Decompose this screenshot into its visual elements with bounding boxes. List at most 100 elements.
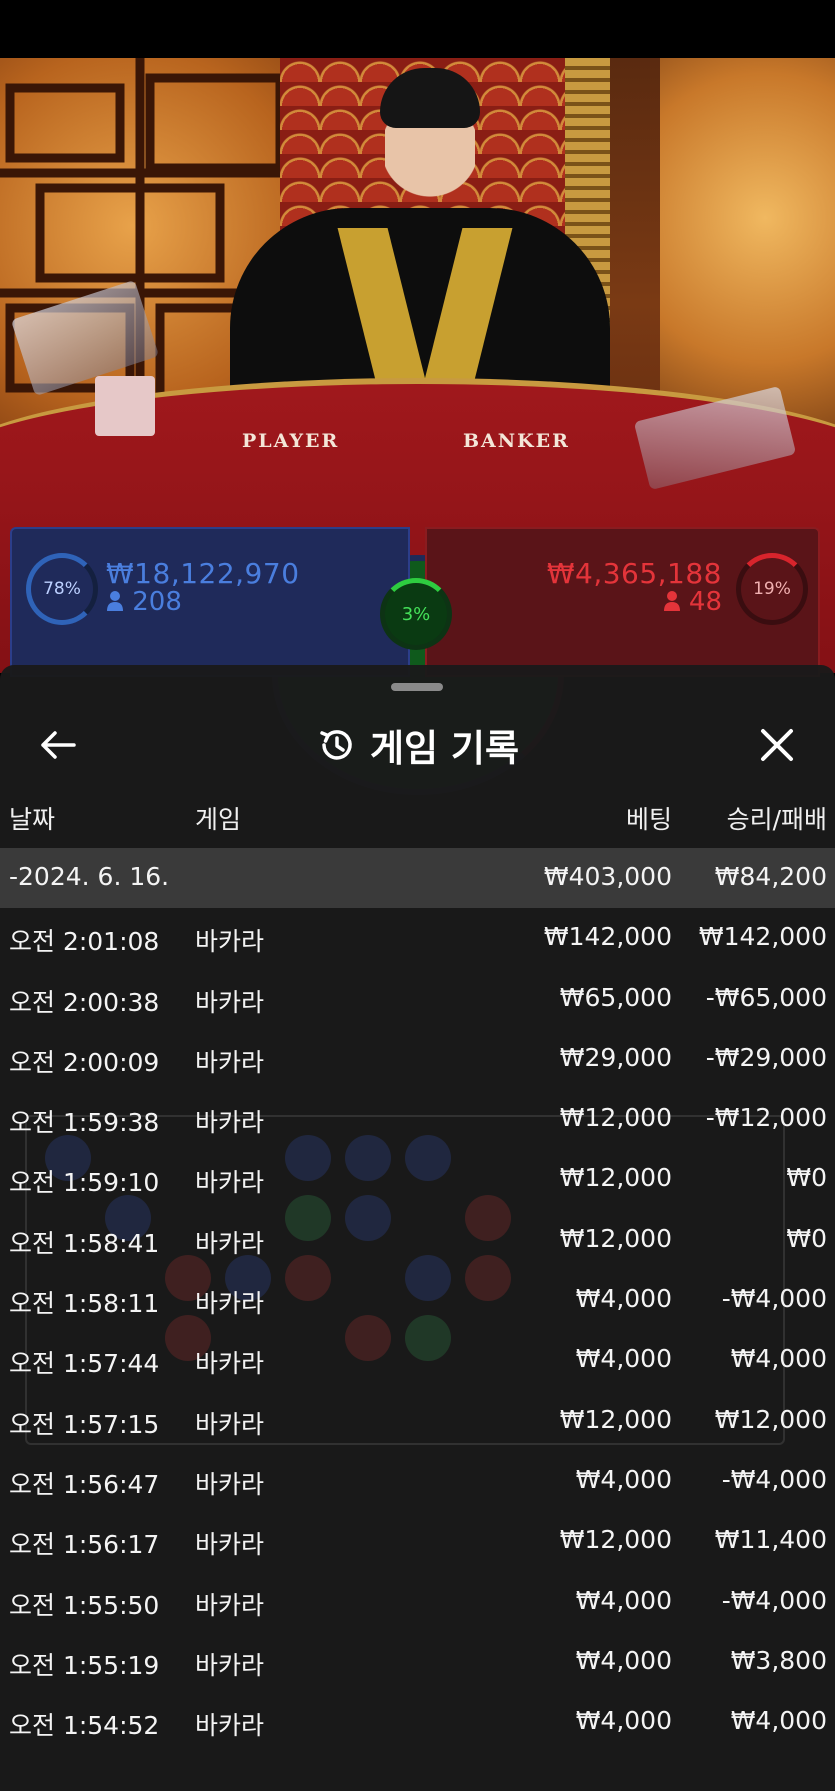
date-group-row[interactable]: -2024. 6. 16. ₩403,000 ₩84,200: [0, 848, 835, 909]
row-time: 오전 1:58:11: [9, 1289, 160, 1319]
row-bet: ₩4,000: [575, 1344, 672, 1374]
row-time: 오전 1:56:17: [9, 1530, 160, 1560]
row-bet: ₩12,000: [559, 1103, 672, 1133]
row-game: 바카라: [195, 1228, 265, 1258]
row-time: 오전 1:59:38: [9, 1108, 160, 1138]
tie-percent: 3%: [401, 603, 431, 625]
table-row[interactable]: 오전 1:57:44 바카라 ₩4,000 ₩4,000: [0, 1330, 835, 1390]
header-result: 승리/패배: [726, 805, 827, 834]
table-row[interactable]: 오전 2:00:09 바카라 ₩29,000 -₩29,000: [0, 1029, 835, 1089]
game-history-sheet: 게임 기록 날짜 게임 베팅 승리/패배 -2024. 6. 16. ₩403,…: [0, 665, 835, 1791]
row-bet: ₩12,000: [559, 1163, 672, 1193]
table-row[interactable]: 오전 1:58:11 바카라 ₩4,000 -₩4,000: [0, 1270, 835, 1330]
row-game: 바카라: [195, 1349, 265, 1379]
row-result: -₩29,000: [705, 1042, 827, 1072]
row-bet: ₩12,000: [559, 1223, 672, 1253]
row-game: 바카라: [195, 1469, 265, 1499]
player-total-amount: ₩18,122,970: [106, 557, 300, 590]
sheet-title: 게임 기록: [369, 727, 520, 770]
player-percent: 78%: [43, 579, 81, 599]
row-time: 오전 1:55:50: [9, 1590, 160, 1620]
date-group-bet: ₩403,000: [543, 862, 672, 891]
table-row[interactable]: 오전 1:56:47 바카라 ₩4,000 -₩4,000: [0, 1451, 835, 1511]
player-count-value: 208: [132, 587, 182, 617]
banker-percent: 19%: [753, 579, 791, 599]
table-row[interactable]: 오전 2:01:08 바카라 ₩142,000 ₩142,000: [0, 908, 835, 968]
banker-percent-ring: 19%: [736, 553, 808, 625]
table-row[interactable]: 오전 1:58:41 바카라 ₩12,000 ₩0: [0, 1210, 835, 1270]
row-result: -₩65,000: [705, 982, 827, 1012]
table-row[interactable]: 오전 1:57:15 바카라 ₩12,000 ₩12,000: [0, 1391, 835, 1451]
row-game: 바카라: [195, 1289, 265, 1319]
table-label-player: PLAYER: [242, 430, 340, 452]
table-row[interactable]: 오전 1:55:19 바카라 ₩4,000 ₩3,800: [0, 1632, 835, 1692]
date-group-result: ₩84,200: [714, 862, 827, 891]
row-time: 오전 2:00:09: [9, 1047, 160, 1077]
row-result: ₩3,800: [730, 1645, 827, 1675]
row-bet: ₩4,000: [575, 1284, 672, 1314]
row-result: -₩12,000: [705, 1103, 827, 1133]
row-result: ₩142,000: [698, 922, 827, 952]
row-bet: ₩29,000: [559, 1042, 672, 1072]
row-result: ₩12,000: [714, 1404, 827, 1434]
row-game: 바카라: [195, 987, 265, 1017]
user-icon: [663, 591, 680, 611]
player-bet-panel[interactable]: 78% ₩18,122,970 208: [10, 527, 410, 677]
row-time: 오전 1:59:10: [9, 1168, 160, 1198]
row-game: 바카라: [195, 1650, 265, 1680]
row-game: 바카라: [195, 1530, 265, 1560]
row-time: 오전 2:01:08: [9, 927, 160, 957]
player-bettor-count: 208: [106, 587, 182, 617]
row-result: ₩4,000: [730, 1344, 827, 1374]
row-time: 오전 1:58:41: [9, 1228, 160, 1258]
row-game: 바카라: [195, 1590, 265, 1620]
history-table-header: 날짜 게임 베팅 승리/패배: [0, 800, 835, 840]
drag-handle[interactable]: [391, 683, 443, 691]
close-icon: [761, 729, 793, 761]
row-bet: ₩4,000: [575, 1645, 672, 1675]
row-game: 바카라: [195, 1168, 265, 1198]
row-result: -₩4,000: [721, 1284, 827, 1314]
table-row[interactable]: 오전 1:54:52 바카라 ₩4,000 ₩4,000: [0, 1692, 835, 1752]
back-button[interactable]: [30, 717, 86, 773]
row-result: ₩0: [786, 1163, 827, 1193]
banker-total-amount: ₩4,365,188: [546, 557, 722, 590]
date-group-date: -2024. 6. 16.: [9, 862, 170, 891]
banker-bet-panel[interactable]: ₩4,365,188 48 19%: [425, 527, 820, 677]
header-bet: 베팅: [625, 805, 672, 834]
table-row[interactable]: 오전 1:59:38 바카라 ₩12,000 -₩12,000: [0, 1089, 835, 1149]
table-row[interactable]: 오전 1:55:50 바카라 ₩4,000 -₩4,000: [0, 1572, 835, 1632]
row-result: ₩11,400: [714, 1525, 827, 1555]
table-row[interactable]: 오전 1:59:10 바카라 ₩12,000 ₩0: [0, 1149, 835, 1209]
row-bet: ₩4,000: [575, 1706, 672, 1736]
row-game: 바카라: [195, 1047, 265, 1077]
history-table: -2024. 6. 16. ₩403,000 ₩84,200 오전 2:01:0…: [0, 848, 835, 1752]
table-row[interactable]: 오전 2:00:38 바카라 ₩65,000 -₩65,000: [0, 969, 835, 1029]
row-bet: ₩4,000: [575, 1464, 672, 1494]
row-bet: ₩4,000: [575, 1585, 672, 1615]
row-bet: ₩12,000: [559, 1525, 672, 1555]
row-bet: ₩142,000: [543, 922, 672, 952]
row-time: 오전 1:57:44: [9, 1349, 160, 1379]
sheet-header: 게임 기록: [0, 705, 835, 785]
row-time: 오전 1:56:47: [9, 1469, 160, 1499]
banker-count-value: 48: [688, 587, 722, 617]
table-row[interactable]: 오전 1:56:17 바카라 ₩12,000 ₩11,400: [0, 1511, 835, 1571]
row-time: 오전 1:54:52: [9, 1711, 160, 1741]
status-bar: [0, 0, 835, 58]
arrow-left-icon: [41, 731, 76, 759]
row-bet: ₩12,000: [559, 1404, 672, 1434]
user-icon: [107, 591, 123, 611]
history-clock-icon: [320, 730, 352, 760]
row-bet: ₩65,000: [559, 982, 672, 1012]
tie-percent-ring: 3%: [380, 578, 452, 650]
row-game: 바카라: [195, 1108, 265, 1138]
row-time: 오전 1:55:19: [9, 1650, 160, 1680]
row-game: 바카라: [195, 1711, 265, 1741]
row-result: ₩4,000: [730, 1706, 827, 1736]
header-date: 날짜: [9, 805, 56, 834]
close-button[interactable]: [749, 717, 805, 773]
table-label-banker: BANKER: [463, 430, 570, 452]
row-time: 오전 2:00:38: [9, 987, 160, 1017]
row-result: -₩4,000: [721, 1585, 827, 1615]
